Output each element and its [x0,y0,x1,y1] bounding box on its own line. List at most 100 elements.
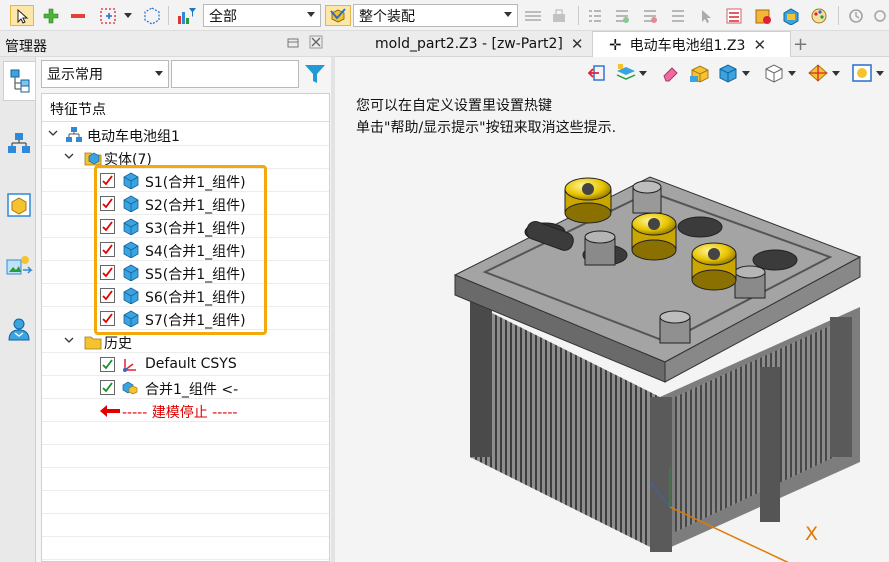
solid-body-icon [123,241,139,258]
close-icon[interactable] [309,35,323,53]
layer-icon[interactable] [615,63,637,83]
tree-node-root[interactable]: 电动车电池组1 [42,123,329,146]
more-icon[interactable] [872,5,888,26]
csys-icon [123,359,136,372]
manager-side-strip [0,57,36,562]
empty-row [42,422,329,445]
list-icon-3[interactable] [640,5,660,26]
tree-node-solid[interactable]: S2(合并1_组件) [42,192,329,215]
select-pick-icon[interactable] [10,5,34,26]
shaded-cube-icon[interactable] [717,63,739,83]
chevron-down-icon[interactable] [742,71,750,77]
pointer-icon[interactable] [696,5,716,26]
empty-row [42,537,329,560]
exit-icon[interactable] [587,63,607,83]
history-manager-icon[interactable] [3,61,35,101]
tree-node-solids[interactable]: 实体(7) [42,146,329,169]
visibility-checkbox[interactable] [100,380,115,395]
tree-node-csys[interactable]: Default CSYS [42,353,329,376]
merge-feature-icon [122,381,138,395]
box-select-icon[interactable] [96,5,120,26]
visibility-checkbox[interactable] [100,357,115,372]
chevron-down-icon[interactable] [788,71,796,77]
gold-terminal-3 [691,242,737,291]
assembly-scope-icon[interactable] [325,5,351,26]
component-icon[interactable] [780,5,802,26]
solids-group-label: 实体(7) [104,152,152,168]
display-filter-select[interactable]: 显示常用 [41,60,169,88]
tree-node-merge[interactable]: 合并1_组件 <- [42,376,329,399]
new-tab-button[interactable]: + [793,31,808,57]
filter-select-value: 全部 [209,8,237,25]
tree-node-solid[interactable]: S6(合并1_组件) [42,284,329,307]
visibility-checkbox[interactable] [100,219,115,234]
part-manager-icon[interactable] [3,185,35,225]
tab-mold-part2[interactable]: mold_part2.Z3 - [zw-Part2] ✕ [375,31,583,57]
merge-label: 合并1_组件 <- [145,382,239,398]
visibility-checkbox[interactable] [100,265,115,280]
tree-search-input[interactable] [171,60,299,88]
expand-caret-icon[interactable] [64,151,74,161]
filter-icon[interactable] [303,62,329,86]
solid-label: S7(合并1_组件) [145,313,246,329]
expand-caret-icon[interactable] [48,128,58,138]
expand-caret-icon[interactable] [64,335,74,345]
filter-chart-icon[interactable] [174,5,198,26]
part-info-icon[interactable] [752,5,774,26]
section-view-icon[interactable] [807,63,829,83]
remove-icon[interactable] [68,5,88,26]
tree-node-history[interactable]: 历史 [42,330,329,353]
list-icon-4[interactable] [668,5,688,26]
chevron-down-icon[interactable] [876,71,884,77]
assembly-select-value: 整个装配 [359,8,415,25]
hint-text-line2: 单击"帮助/显示提示"按钮来取消这些提示. [356,120,617,136]
align-icon[interactable] [522,5,544,26]
rotate-icon[interactable] [845,5,867,26]
render-icon[interactable] [851,63,873,83]
chevron-down-icon[interactable] [832,71,840,77]
add-icon[interactable] [41,5,61,26]
view-manager-icon[interactable] [3,247,35,287]
tree-node-solid[interactable]: S4(合并1_组件) [42,238,329,261]
solid-label: S3(合并1_组件) [145,221,246,237]
tree-node-solid[interactable]: S7(合并1_组件) [42,307,329,330]
wire-cube-icon[interactable] [763,63,785,83]
chevron-down-icon[interactable] [639,71,647,77]
pin-icon[interactable] [286,36,300,54]
tree-node-solid[interactable]: S1(合并1_组件) [42,169,329,192]
measure-icon[interactable] [548,5,570,26]
assembly-manager-icon[interactable] [3,123,35,163]
chevron-down-icon [504,12,512,17]
visibility-checkbox[interactable] [100,173,115,188]
hint-text-line1: 您可以在自定义设置里设置热键 [356,98,552,114]
manager-title: 管理器 [5,39,47,55]
visibility-checkbox[interactable] [100,311,115,326]
stop-marker-label: ----- 建模停止 ----- [122,405,238,421]
lasso-icon[interactable] [141,5,163,26]
assembly-select[interactable]: 整个装配 [353,4,518,27]
filter-select[interactable]: 全部 [203,4,321,27]
graphics-viewport[interactable]: 您可以在自定义设置里设置热键 单击"帮助/显示提示"按钮来取消这些提示. X [335,57,889,562]
properties-list-icon[interactable] [723,5,745,26]
tree-node-solid[interactable]: S3(合并1_组件) [42,215,329,238]
arrow-left-icon [100,405,120,417]
shade-box-icon[interactable] [689,63,711,83]
palette-icon[interactable] [808,5,830,26]
list-icon-2[interactable] [612,5,632,26]
eraser-icon[interactable] [661,63,681,83]
battery-pack-model[interactable] [435,167,889,562]
tab-label: 电动车电池组1.Z3 [629,37,746,54]
list-icon-1[interactable] [585,5,605,26]
close-icon[interactable]: ✕ [571,35,584,53]
tab-battery-pack[interactable]: ✛ 电动车电池组1.Z3 ✕ [592,31,791,57]
visibility-checkbox[interactable] [100,242,115,257]
visibility-checkbox[interactable] [100,196,115,211]
tree-node-stop-marker[interactable]: ----- 建模停止 ----- [42,399,329,422]
close-icon[interactable]: ✕ [753,36,766,54]
tree-node-solid[interactable]: S5(合并1_组件) [42,261,329,284]
box-select-dropdown-icon[interactable] [123,5,133,26]
csys-label: Default CSYS [145,356,237,372]
user-manager-icon[interactable] [3,309,35,349]
visibility-checkbox[interactable] [100,288,115,303]
assembly-node-icon [66,127,82,142]
